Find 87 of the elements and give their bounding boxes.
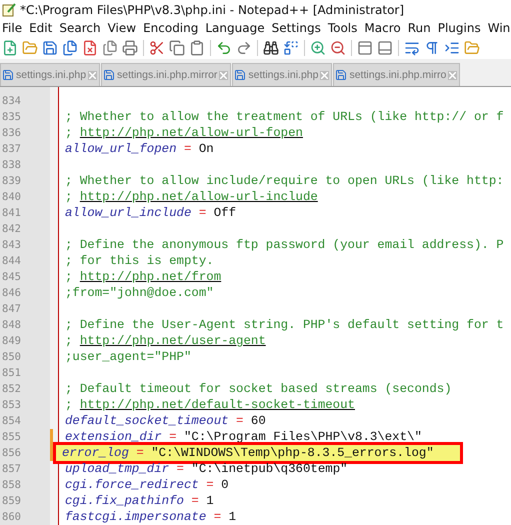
code-line: cgi.fix_pathinfo = 1 (65, 494, 214, 508)
binoculars-icon[interactable] (263, 40, 279, 56)
line-number: 836 (1, 127, 22, 139)
menu-item[interactable]: Language (203, 21, 270, 36)
line-number: 850 (1, 351, 22, 363)
line-number: 857 (1, 463, 22, 475)
folder-icon[interactable] (464, 40, 480, 56)
line-number: 846 (1, 287, 22, 299)
menu-item[interactable]: File (1, 21, 28, 36)
copy-icon[interactable] (169, 40, 185, 56)
menu-item[interactable]: Win (486, 21, 511, 36)
line-number: 844 (1, 255, 22, 267)
code-line: upload_tmp_dir = "C:\inetpub\q360temp" (65, 462, 348, 476)
save-icon (103, 69, 116, 81)
line-number: 851 (1, 367, 22, 379)
menu-item[interactable]: Run (406, 21, 436, 36)
redo-icon[interactable] (236, 40, 252, 56)
menu-item[interactable]: View (106, 21, 142, 36)
folder-icon[interactable] (22, 40, 38, 56)
line-number: 854 (1, 415, 22, 427)
panel-icon[interactable] (357, 40, 373, 56)
code-line: ; Whether to allow the treatment of URLs (like http:// or f (65, 110, 504, 124)
line-number: 845 (1, 271, 22, 283)
code-line: cgi.force_redirect = 0 (65, 478, 229, 492)
save-icon (335, 69, 348, 81)
code-line: allow_url_fopen = On (65, 142, 214, 156)
line-number: 849 (1, 335, 22, 347)
line-number: 848 (1, 319, 22, 331)
line-number: 852 (1, 383, 22, 395)
printer-icon[interactable] (122, 40, 138, 56)
zoom-out-icon[interactable] (330, 40, 346, 56)
line-number: 842 (1, 223, 22, 235)
line-number: 859 (1, 495, 22, 507)
code-line: ; http://php.net/from (65, 270, 222, 284)
line-number: 843 (1, 239, 22, 251)
code-line: ;user_agent="PHP" (65, 350, 192, 364)
code-line: ; http://php.net/allow-url-include (65, 190, 318, 204)
line-number: 847 (1, 303, 22, 315)
save-icon[interactable] (42, 40, 58, 56)
line-number: 858 (1, 479, 22, 491)
wrap-icon[interactable] (404, 40, 420, 56)
code-line: ; Define the User-Agent string. PHP's default setting for t (65, 318, 504, 332)
notepad-icon (2, 2, 16, 17)
line-number: 834 (1, 95, 22, 107)
replace-icon[interactable] (283, 40, 299, 56)
code-line: ; http://php.net/default-socket-timeout (65, 398, 355, 412)
new-file-icon[interactable] (2, 40, 18, 56)
menu-item[interactable]: Macro (362, 21, 406, 36)
line-number: 835 (1, 111, 22, 123)
code-line: ; http://php.net/allow-url-fopen (65, 126, 303, 140)
line-number: 838 (1, 159, 22, 171)
panel-icon[interactable] (377, 40, 393, 56)
zoom-in-icon[interactable] (310, 40, 326, 56)
code-line: error_log = "C:\WINDOWS\Temp\php-8.3.5_errors.log" (62, 446, 434, 460)
line-number: 856 (1, 447, 22, 459)
clipboard-icon[interactable] (189, 40, 205, 56)
save-icon (2, 69, 14, 81)
menu-item[interactable]: Search (57, 21, 106, 36)
menu-item[interactable]: Plugins (436, 21, 486, 36)
code-line: ; for this is empty. (65, 254, 214, 268)
code-line: ; Define the anonymous ftp password (your email address). P (65, 238, 504, 252)
scissors-icon[interactable] (149, 40, 165, 56)
line-number: 855 (1, 431, 22, 443)
window-title: *C:\Program Files\PHP\v8.3\php.ini - Notepad++ [Administrator] (20, 2, 404, 17)
line-number: 840 (1, 191, 22, 203)
code-line: extension_dir = "C:\Program Files\PHP\v8.3\ext\" (65, 430, 422, 444)
save-icon (234, 69, 246, 81)
code-line: ; Default timeout for socket based streams (seconds) (65, 382, 452, 396)
pilcrow-icon[interactable] (424, 40, 440, 56)
line-number: 841 (1, 207, 22, 219)
undo-icon[interactable] (216, 40, 232, 56)
menu-item[interactable]: Encoding (141, 21, 204, 36)
code-line: fastcgi.impersonate = 1 (65, 510, 236, 524)
line-number: 837 (1, 143, 22, 155)
code-line: default_socket_timeout = 60 (65, 414, 266, 428)
code-line: ; http://php.net/user-agent (65, 334, 266, 348)
line-number: 853 (1, 399, 22, 411)
line-number: 860 (1, 511, 22, 523)
menu-item[interactable]: Tools (326, 21, 362, 36)
menu-item[interactable]: Settings (270, 21, 326, 36)
close-file-icon[interactable] (82, 40, 98, 56)
code-line: ; Whether to allow include/require to open URLs (like http: (65, 174, 504, 188)
code-line: allow_url_include = Off (65, 206, 236, 220)
code-line: ;from="john@doe.com" (65, 286, 214, 300)
line-number: 839 (1, 175, 22, 187)
indent-icon[interactable] (444, 40, 460, 56)
menu-item[interactable]: Edit (27, 21, 58, 36)
